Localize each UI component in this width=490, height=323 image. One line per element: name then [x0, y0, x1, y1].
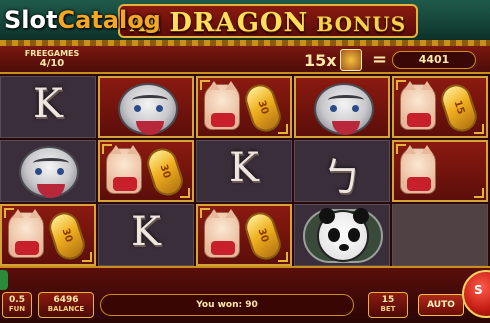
- coin-value: 30: [59, 227, 75, 244]
- reel-cell-kanji: K: [98, 204, 194, 266]
- coin-value: 30: [255, 227, 271, 244]
- lucky-cat-icon: [400, 145, 436, 194]
- multiplier-text: 15x: [304, 51, 337, 70]
- bet-per-line-value: 0.5: [9, 295, 25, 305]
- free-games-label: FREEGAMES: [24, 49, 80, 58]
- bet-value: 15: [381, 295, 395, 305]
- reel-cell-kanji: K: [0, 76, 96, 138]
- balance-value: 6496: [53, 295, 79, 305]
- free-games-count: 4/10: [39, 58, 65, 69]
- tiger-icon: [118, 83, 178, 135]
- win-message: You won: 90: [100, 294, 354, 316]
- reel-cell-cat-coin: 30: [196, 76, 292, 138]
- tiger-icon: [19, 146, 79, 198]
- free-games-counter: FREEGAMES 4/10: [20, 48, 84, 74]
- equals-sign: =: [372, 49, 388, 70]
- balance-label: BALANCE: [47, 305, 85, 313]
- reel-cell-blurred: [392, 204, 488, 266]
- lucky-cat-icon: [204, 81, 240, 130]
- game-stage: AL DRAGON BONUS SlotCatalog FREEGAMES 4/…: [0, 0, 490, 323]
- reel-cell-tiger: [294, 76, 390, 138]
- kanji-symbol: K: [33, 81, 63, 127]
- reel-cell-kanji: K: [196, 140, 292, 202]
- kanji-symbol: ㄅ: [322, 155, 362, 201]
- bet-label: BET: [380, 305, 396, 313]
- reel-cell-cat-coin: [392, 140, 488, 202]
- slotcatalog-watermark: SlotCatalog: [4, 6, 161, 34]
- kanji-symbol: K: [131, 209, 161, 255]
- bet-per-line-button[interactable]: 0.5 FUN: [2, 292, 32, 318]
- lucky-cat-icon: [204, 209, 240, 258]
- game-title: AL DRAGON BONUS: [118, 8, 418, 38]
- side-menu-tab[interactable]: [0, 270, 8, 290]
- kanji-symbol: K: [229, 145, 259, 191]
- tiger-icon: [314, 83, 374, 135]
- reel-cell-cat-coin: 30: [0, 204, 96, 266]
- panda-icon: [317, 208, 369, 262]
- coin-value: 15: [451, 99, 467, 116]
- watermark-accent: Catalog: [57, 6, 161, 34]
- lucky-cat-icon: [400, 81, 436, 130]
- title-suffix: BONUS: [316, 12, 407, 36]
- balance-display: 6496 BALANCE: [38, 292, 94, 318]
- coin-value: 30: [157, 163, 173, 180]
- lucky-cat-icon: [8, 209, 44, 258]
- bonus-total: 4401: [392, 51, 476, 69]
- bet-button[interactable]: 15 BET: [368, 292, 408, 318]
- auto-play-button[interactable]: AUTO: [418, 294, 464, 316]
- reel-cell-tiger: [98, 76, 194, 138]
- reel-cell-kanji: ㄅ: [294, 140, 390, 202]
- reel-cell-cat-coin: 30: [196, 204, 292, 266]
- reel-area[interactable]: K 30 15 30 K ㄅ 30 K 30: [0, 74, 490, 266]
- reel-cell-cat-coin: 15: [392, 76, 488, 138]
- lucky-cat-icon: [106, 145, 142, 194]
- reel-cell-panda: [294, 204, 390, 266]
- title-main: DRAGON: [169, 8, 309, 38]
- lucky-cat-coin-icon: [340, 49, 362, 71]
- watermark-main: Slot: [4, 6, 58, 34]
- reel-cell-tiger: [0, 140, 96, 202]
- bet-per-line-label: FUN: [8, 305, 26, 313]
- coin-value: 30: [255, 99, 271, 116]
- reel-cell-cat-coin: 30: [98, 140, 194, 202]
- spin-label: S: [474, 283, 483, 297]
